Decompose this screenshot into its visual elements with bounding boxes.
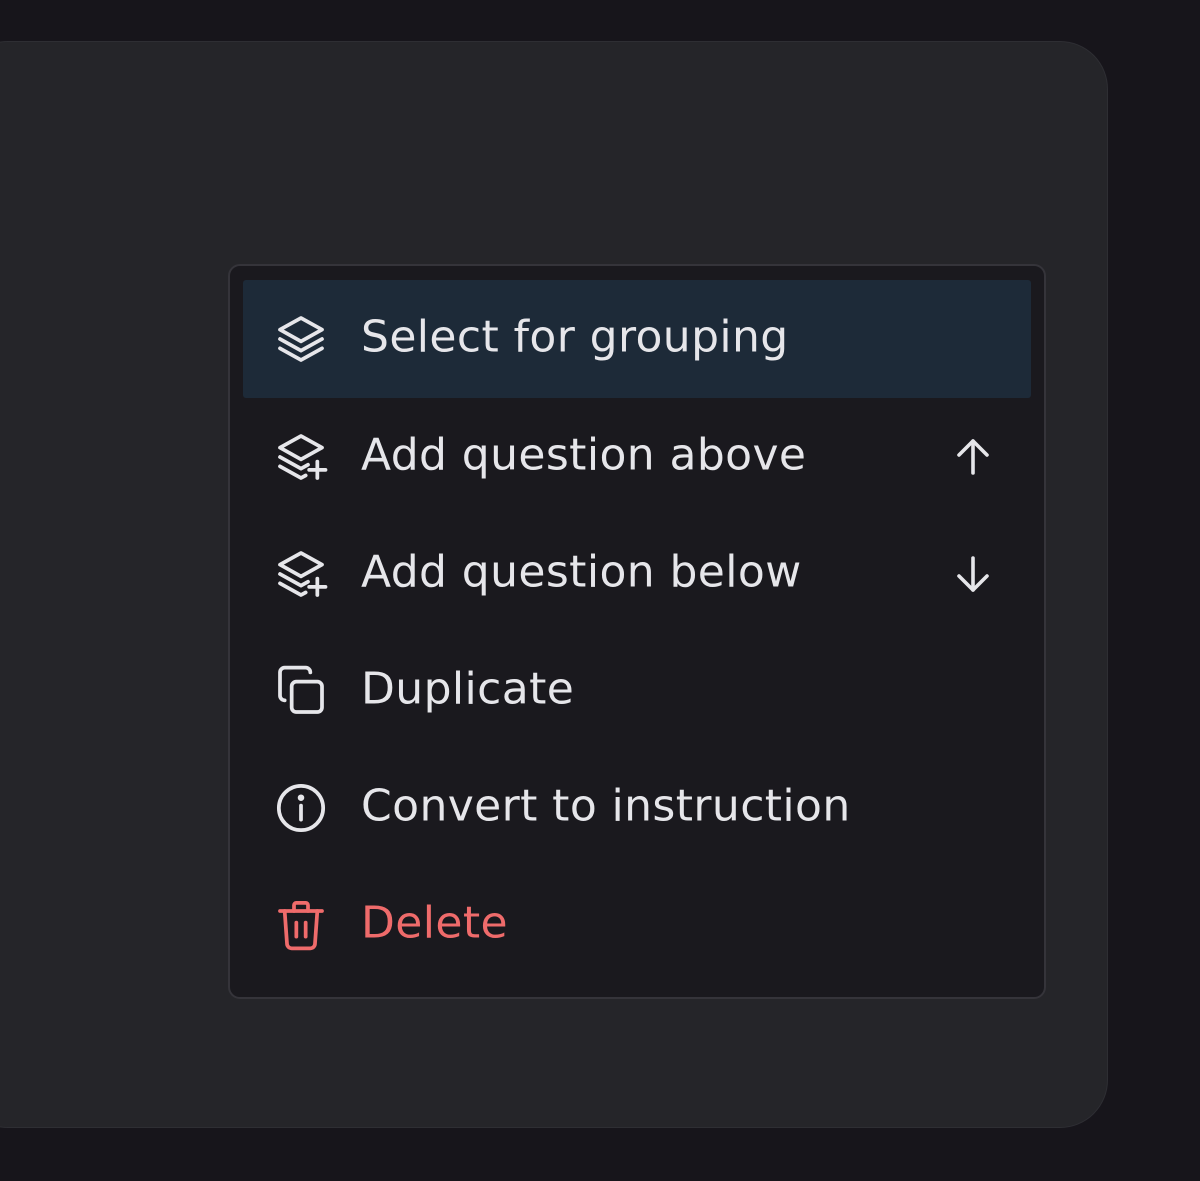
info-circle-icon <box>273 780 329 836</box>
layers-icon <box>273 311 329 367</box>
menu-item-label: Select for grouping <box>361 311 789 363</box>
menu-item-delete[interactable]: Delete <box>243 866 1031 983</box>
menu-item-label: Duplicate <box>361 662 575 714</box>
layers-plus-icon <box>273 429 329 485</box>
arrow-down-icon <box>957 555 989 592</box>
menu-item-add-question-below[interactable]: Add question below <box>243 515 1031 632</box>
menu-item-label: Add question above <box>361 428 807 480</box>
menu-item-label: Add question below <box>361 545 802 597</box>
menu-item-label: Delete <box>361 896 508 948</box>
menu-item-duplicate[interactable]: Duplicate <box>243 632 1031 749</box>
arrow-up-icon <box>957 438 989 475</box>
layers-plus-icon <box>273 546 329 602</box>
menu-item-label: Convert to instruction <box>361 779 851 831</box>
menu-item-add-question-above[interactable]: Add question above <box>243 398 1031 515</box>
trash-icon <box>273 897 329 953</box>
menu-item-select-for-grouping[interactable]: Select for grouping <box>243 280 1031 398</box>
copy-icon <box>273 663 329 719</box>
context-menu: Select for grouping Add question above A… <box>228 264 1046 999</box>
menu-item-convert-to-instruction[interactable]: Convert to instruction <box>243 749 1031 866</box>
